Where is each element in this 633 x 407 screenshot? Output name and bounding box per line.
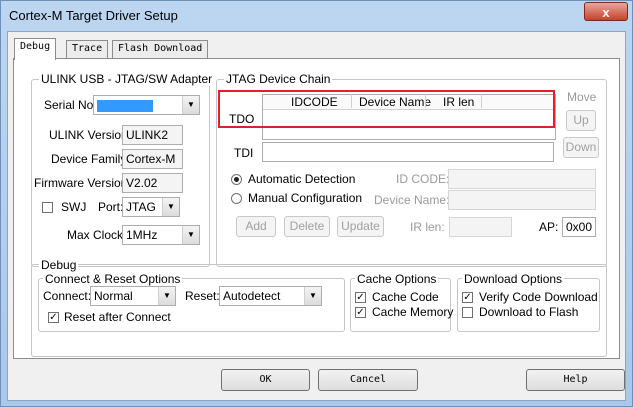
reset-after-connect-label: Reset after Connect — [64, 310, 171, 324]
cache-memory-label: Cache Memory — [372, 305, 454, 319]
tab-trace[interactable]: Trace — [66, 40, 109, 58]
update-button[interactable]: Update — [337, 216, 384, 237]
swj-label: SWJ — [61, 200, 87, 214]
tdi-label: TDI — [234, 146, 254, 160]
download-options-group: Download Options ✓ Verify Code Download … — [457, 272, 600, 332]
highlight-box — [218, 90, 555, 128]
device-name-label: Device Name: — [374, 193, 450, 207]
reset-value: Autodetect — [223, 289, 281, 303]
move-up-button[interactable]: Up — [566, 110, 596, 131]
port-value: JTAG — [126, 200, 156, 214]
tab-flash-download[interactable]: Flash Download — [112, 40, 209, 58]
close-button[interactable]: x — [584, 2, 628, 21]
automatic-detection-label: Automatic Detection — [248, 172, 356, 186]
ulink-version-field: ULINK2 — [122, 125, 183, 145]
swj-checkbox[interactable] — [42, 202, 53, 213]
help-button[interactable]: Help — [526, 369, 625, 391]
connect-reset-group: Connect & Reset Options Connect: Normal … — [38, 272, 345, 332]
cache-memory-checkbox[interactable]: ✓ — [355, 307, 366, 318]
max-clock-label: Max Clock: — [67, 228, 127, 242]
download-flash-label: Download to Flash — [479, 305, 579, 319]
cancel-button[interactable]: Cancel — [318, 369, 418, 391]
ir-len-field[interactable] — [449, 217, 512, 237]
ap-field[interactable]: 0x00 — [562, 217, 596, 237]
connect-reset-title: Connect & Reset Options — [43, 272, 183, 286]
delete-button[interactable]: Delete — [284, 216, 330, 237]
max-clock-dropdown[interactable]: 1MHz ▼ — [122, 225, 200, 245]
verify-download-label: Verify Code Download — [479, 290, 598, 304]
debug-group: Debug Connect & Reset Options Connect: N… — [31, 258, 607, 357]
device-family-field: Cortex-M — [122, 149, 183, 169]
ok-button[interactable]: OK — [221, 369, 310, 391]
port-dropdown[interactable]: JTAG ▼ — [122, 197, 180, 217]
manual-configuration-radio[interactable] — [231, 193, 242, 204]
dialog-client: Debug Trace Flash Download ULINK USB - J… — [7, 31, 626, 401]
jtag-group-title: JTAG Device Chain — [224, 72, 333, 86]
chevron-down-icon: ▼ — [162, 198, 179, 216]
debug-group-title: Debug — [39, 258, 79, 272]
device-name-field[interactable] — [448, 190, 596, 210]
ir-len-label: IR len: — [410, 220, 445, 234]
ulink-group-title: ULINK USB - JTAG/SW Adapter — [39, 72, 215, 86]
chevron-down-icon: ▼ — [158, 287, 175, 305]
verify-download-checkbox[interactable]: ✓ — [462, 292, 473, 303]
id-code-label: ID CODE: — [396, 172, 450, 186]
tdi-field — [262, 142, 554, 162]
serial-no-label: Serial No: — [44, 98, 97, 112]
serial-no-value — [97, 99, 153, 112]
connect-label: Connect: — [43, 289, 92, 303]
tab-debug[interactable]: Debug — [14, 38, 57, 60]
reset-after-connect-checkbox[interactable]: ✓ — [48, 312, 59, 323]
move-down-button[interactable]: Down — [563, 137, 599, 158]
jtag-device-chain-group: JTAG Device Chain IDCODE Device Name IR … — [216, 72, 607, 267]
id-code-field[interactable] — [448, 169, 596, 189]
chevron-down-icon: ▼ — [182, 226, 199, 244]
cache-options-group: Cache Options ✓ Cache Code ✓ Cache Memor… — [350, 272, 454, 332]
ap-label: AP: — [539, 220, 559, 234]
connect-dropdown[interactable]: Normal ▼ — [90, 286, 176, 306]
move-label: Move — [567, 90, 597, 104]
debug-tab-page: ULINK USB - JTAG/SW Adapter Serial No: ▼… — [13, 58, 620, 359]
automatic-detection-radio[interactable] — [231, 174, 242, 185]
reset-dropdown[interactable]: Autodetect ▼ — [219, 286, 322, 306]
firmware-version-field: V2.02 — [122, 173, 183, 193]
firmware-version-label: Firmware Version: — [34, 176, 131, 190]
ulink-version-label: ULINK Version: — [49, 128, 132, 142]
window-title: Cortex-M Target Driver Setup — [9, 8, 178, 23]
serial-no-dropdown[interactable]: ▼ — [93, 95, 200, 115]
chevron-down-icon: ▼ — [304, 287, 321, 305]
connect-value: Normal — [94, 289, 133, 303]
download-options-title: Download Options — [462, 272, 565, 286]
manual-configuration-label: Manual Configuration — [248, 191, 363, 205]
dialog-window: Cortex-M Target Driver Setup x Debug Tra… — [0, 0, 633, 407]
cache-code-label: Cache Code — [372, 290, 439, 304]
cache-options-title: Cache Options — [355, 272, 439, 286]
download-flash-checkbox[interactable] — [462, 307, 473, 318]
device-family-label: Device Family: — [51, 152, 130, 166]
add-button[interactable]: Add — [236, 216, 276, 237]
max-clock-value: 1MHz — [126, 228, 158, 242]
cache-code-checkbox[interactable]: ✓ — [355, 292, 366, 303]
port-label: Port: — [98, 200, 124, 214]
chevron-down-icon: ▼ — [182, 96, 199, 114]
reset-label: Reset: — [185, 289, 220, 303]
ulink-adapter-group: ULINK USB - JTAG/SW Adapter Serial No: ▼… — [31, 72, 215, 267]
title-bar[interactable]: Cortex-M Target Driver Setup x — [1, 1, 632, 31]
